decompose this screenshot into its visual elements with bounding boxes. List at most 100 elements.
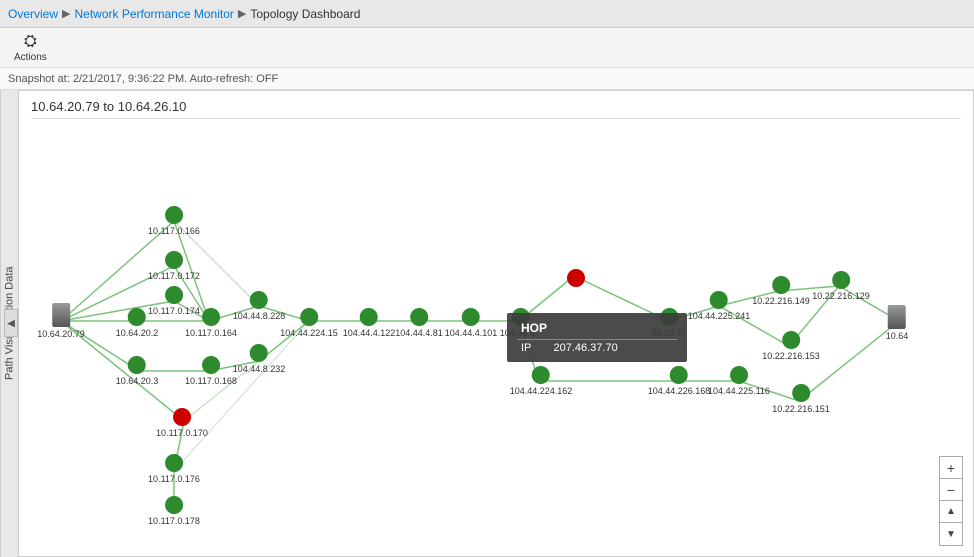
node-icon-n2	[165, 251, 183, 269]
node-icon-n13	[300, 308, 318, 326]
node-icon-n21	[670, 366, 688, 384]
node-icon-n25	[782, 331, 800, 349]
node-icon-n3	[165, 286, 183, 304]
node-label-n10: 10.117.0.178	[148, 516, 200, 526]
node-n6[interactable]: 10.64.20.3	[116, 356, 159, 386]
node-icon-n18	[532, 366, 550, 384]
node-label-n1: 10.117.0.166	[148, 226, 200, 236]
node-icon-source	[52, 303, 70, 327]
node-icon-n7	[202, 356, 220, 374]
node-source[interactable]: 10.64.20.79	[37, 303, 85, 339]
node-n16[interactable]: 104.44.4.101	[445, 308, 498, 338]
node-label-n25: 10.22.216.153	[762, 351, 820, 361]
node-icon-n5	[202, 308, 220, 326]
node-n8[interactable]: 10.117.0.170	[156, 408, 208, 438]
node-label-n12: 104.44.8.232	[233, 364, 286, 374]
node-icon-n6	[128, 356, 146, 374]
breadcrumb-sep-1: ▶	[62, 7, 70, 20]
node-n2[interactable]: 10.117.0.172	[148, 251, 200, 281]
node-label-source: 10.64.20.79	[37, 329, 85, 339]
snapshot-text: Snapshot at: 2/21/2017, 9:36:22 PM. Auto…	[8, 73, 278, 85]
node-n22[interactable]: 104.44.225.241	[688, 291, 751, 321]
node-n13[interactable]: 104.44.224.15	[280, 308, 338, 338]
node-icon-n16	[462, 308, 480, 326]
node-n10[interactable]: 10.117.0.178	[148, 496, 200, 526]
node-n9[interactable]: 10.117.0.176	[148, 454, 200, 484]
node-label-n16: 104.44.4.101	[445, 328, 498, 338]
node-n23[interactable]: 104.44.225.116	[708, 366, 770, 396]
tooltip-ip-label: IP	[517, 340, 549, 357]
topology-canvas[interactable]: 10.64.20.79 to 10.64.26.10	[18, 90, 974, 557]
node-label-n26: 10.22.216.151	[772, 404, 830, 414]
main-area: ▶ Path Visualization Data 10.64.20.79 to…	[0, 90, 974, 557]
zoom-minus-button[interactable]: −	[940, 479, 962, 501]
node-label-n6: 10.64.20.3	[116, 376, 159, 386]
node-icon-n8	[173, 408, 191, 426]
node-label-n8: 10.117.0.170	[156, 428, 208, 438]
node-n27[interactable]: 10.22.216.129	[812, 271, 870, 301]
node-label-n4: 10.64.20.2	[116, 328, 159, 338]
node-label-n11: 104.44.8.228	[233, 311, 286, 321]
node-n7[interactable]: 10.117.0.168	[185, 356, 237, 386]
node-n18[interactable]: 104.44.224.162	[510, 366, 573, 396]
node-dst[interactable]: 10.64	[886, 305, 909, 341]
route-title: 10.64.20.79 to 10.64.26.10	[31, 99, 961, 119]
node-label-n24: 10.22.216.149	[752, 296, 810, 306]
hop-tooltip: HOP IP 207.46.37.70	[507, 313, 687, 362]
node-label-n5: 10.117.0.164	[185, 328, 237, 338]
node-icon-n26	[792, 384, 810, 402]
node-label-n18: 104.44.224.162	[510, 386, 573, 396]
actions-icon: ⛭	[24, 33, 37, 51]
node-label-n7: 10.117.0.168	[185, 376, 237, 386]
node-n21[interactable]: 104.44.226.168	[648, 366, 711, 396]
node-icon-n27	[832, 271, 850, 289]
zoom-plus-button[interactable]: +	[940, 457, 962, 479]
node-label-n22: 104.44.225.241	[688, 311, 751, 321]
node-icon-n1	[165, 206, 183, 224]
node-label-n27: 10.22.216.129	[812, 291, 870, 301]
breadcrumb-overview[interactable]: Overview	[8, 7, 58, 21]
zoom-up-button[interactable]: ▲	[940, 501, 962, 523]
node-n12[interactable]: 104.44.8.232	[233, 344, 286, 374]
node-label-n14: 104.44.4.122	[343, 328, 396, 338]
node-icon-n4	[128, 308, 146, 326]
breadcrumb-topology: Topology Dashboard	[250, 7, 360, 21]
node-n19[interactable]	[567, 269, 585, 289]
node-n15[interactable]: 104.44.4.81	[395, 308, 443, 338]
node-n24[interactable]: 10.22.216.149	[752, 276, 810, 306]
node-n26[interactable]: 10.22.216.151	[772, 384, 830, 414]
node-icon-n19	[567, 269, 585, 287]
node-label-n2: 10.117.0.172	[148, 271, 200, 281]
node-icon-n23	[730, 366, 748, 384]
node-label-n9: 10.117.0.176	[148, 474, 200, 484]
collapse-arrow[interactable]: ▶	[4, 310, 18, 338]
node-icon-n11	[250, 291, 268, 309]
zoom-down-button[interactable]: ▼	[940, 523, 962, 545]
node-n1[interactable]: 10.117.0.166	[148, 206, 200, 236]
sidebar-panel[interactable]: ▶ Path Visualization Data	[0, 90, 18, 557]
node-icon-n14	[360, 308, 378, 326]
node-label-dst: 10.64	[886, 331, 909, 341]
node-n14[interactable]: 104.44.4.122	[343, 308, 396, 338]
snapshot-bar: Snapshot at: 2/21/2017, 9:36:22 PM. Auto…	[0, 68, 974, 90]
node-label-n15: 104.44.4.81	[395, 328, 443, 338]
node-icon-n24	[772, 276, 790, 294]
tooltip-ip-value: 207.46.37.70	[549, 340, 677, 357]
breadcrumb-npm[interactable]: Network Performance Monitor	[74, 7, 233, 21]
node-n5[interactable]: 10.117.0.164	[185, 308, 237, 338]
node-label-n23: 104.44.225.116	[708, 386, 770, 396]
zoom-controls: + − ▲ ▼	[939, 456, 963, 546]
node-n11[interactable]: 104.44.8.228	[233, 291, 286, 321]
node-n25[interactable]: 10.22.216.153	[762, 331, 820, 361]
node-icon-n12	[250, 344, 268, 362]
actions-button[interactable]: ⛭ Actions	[8, 31, 53, 65]
node-label-n13: 104.44.224.15	[280, 328, 338, 338]
node-n4[interactable]: 10.64.20.2	[116, 308, 159, 338]
breadcrumb-bar: Overview ▶ Network Performance Monitor ▶…	[0, 0, 974, 28]
node-label-n21: 104.44.226.168	[648, 386, 711, 396]
node-icon-dst	[888, 305, 906, 329]
toolbar: ⛭ Actions	[0, 28, 974, 68]
actions-label: Actions	[14, 52, 47, 63]
node-icon-n15	[410, 308, 428, 326]
tooltip-hop-label: HOP	[517, 319, 677, 340]
